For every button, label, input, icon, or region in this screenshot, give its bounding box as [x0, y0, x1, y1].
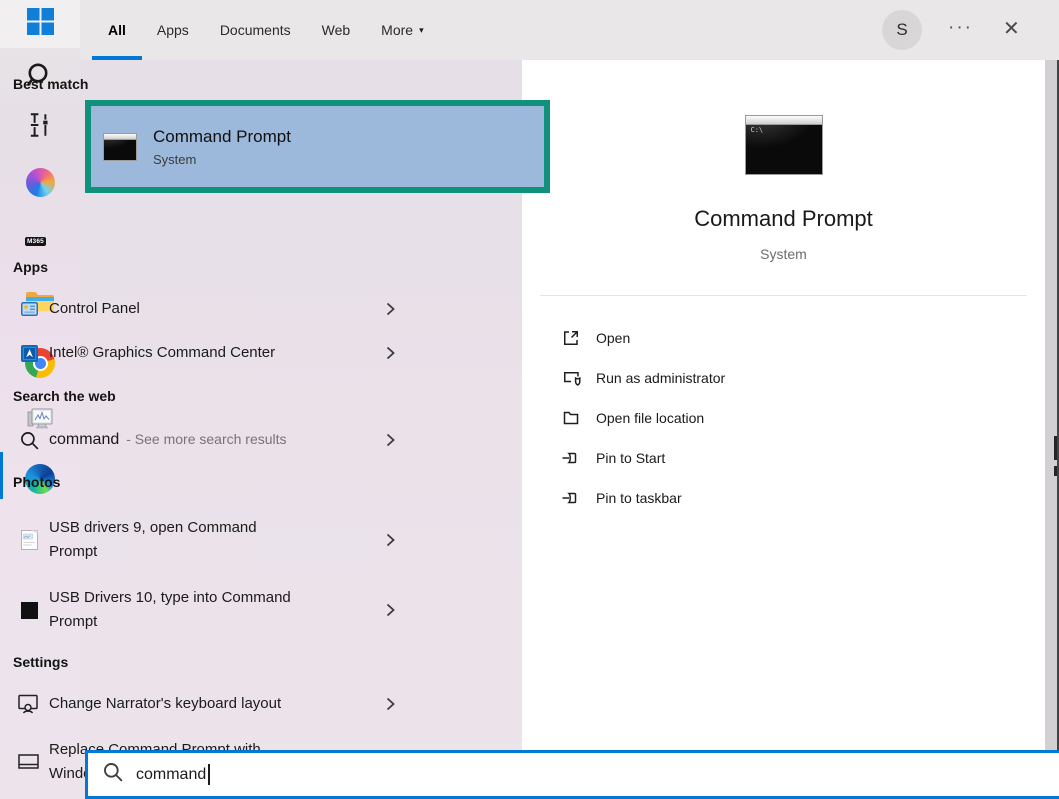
- command-prompt-icon: [103, 133, 137, 161]
- settings-header: Settings: [13, 654, 68, 670]
- result-photo-usb9[interactable]: USB drivers 9, open Command Prompt: [0, 508, 442, 572]
- close-button[interactable]: ✕: [1003, 16, 1020, 41]
- ellipsis-icon: ···: [948, 17, 973, 38]
- m365-badge: M365: [25, 237, 46, 246]
- command-prompt-icon: C:\: [745, 115, 823, 175]
- shield-window-icon: [560, 368, 582, 388]
- result-intel-gcc[interactable]: Intel® Graphics Command Center: [0, 331, 442, 375]
- text-cursor: [208, 764, 210, 785]
- chevron-right-icon[interactable]: [386, 433, 396, 447]
- best-match-result[interactable]: Command Prompt System: [91, 106, 544, 187]
- web-search-suffix: - See more search results: [126, 431, 286, 447]
- photo-thumbnail-icon: [17, 602, 41, 619]
- chevron-right-icon[interactable]: [386, 533, 396, 547]
- console-window-icon: [17, 754, 41, 770]
- cmd-prompt-label: C:\: [751, 126, 764, 134]
- tab-all[interactable]: All: [108, 0, 126, 60]
- preview-content: C:\ Command Prompt System Open: [522, 60, 1045, 750]
- best-match-title: Command Prompt: [153, 127, 291, 147]
- chevron-right-icon[interactable]: [386, 603, 396, 617]
- chevron-down-icon: ▾: [419, 25, 424, 36]
- background-window-edge: [1045, 0, 1059, 750]
- narrator-icon: [17, 694, 41, 714]
- control-panel-icon: [17, 302, 41, 316]
- windows-logo-icon: [27, 8, 54, 40]
- search-input[interactable]: command: [85, 750, 1059, 799]
- action-pin-to-taskbar[interactable]: Pin to taskbar: [522, 478, 1045, 518]
- search-filter-bar: All Apps Documents Web More ▾ S ··· ✕: [80, 0, 1059, 60]
- preview-subtitle: System: [522, 246, 1045, 262]
- close-icon: ✕: [1003, 18, 1020, 40]
- open-icon: [560, 328, 582, 348]
- start-button[interactable]: [0, 0, 80, 48]
- task-view-icon: [26, 111, 54, 144]
- taskbar-copilot-button[interactable]: [0, 166, 80, 198]
- tab-documents[interactable]: Documents: [220, 0, 291, 60]
- chevron-right-icon[interactable]: [386, 302, 396, 316]
- options-menu-button[interactable]: ···: [948, 17, 973, 39]
- intel-gcc-icon: [17, 345, 41, 362]
- chevron-right-icon[interactable]: [386, 346, 396, 360]
- taskbar-task-view-button[interactable]: [0, 108, 80, 146]
- result-control-panel[interactable]: Control Panel: [0, 287, 442, 331]
- pin-icon: [560, 450, 582, 466]
- web-search-query: command: [49, 431, 119, 449]
- copilot-icon: [26, 168, 55, 197]
- search-icon: [17, 431, 41, 450]
- action-open[interactable]: Open: [522, 318, 1045, 358]
- pin-icon: [560, 490, 582, 506]
- action-open-file-location[interactable]: Open file location: [522, 398, 1045, 438]
- search-web-header: Search the web: [13, 388, 116, 404]
- apps-header: Apps: [13, 259, 48, 275]
- action-run-as-admin[interactable]: Run as administrator: [522, 358, 1045, 398]
- result-setting-narrator[interactable]: Change Narrator's keyboard layout: [0, 682, 442, 726]
- tab-more[interactable]: More ▾: [381, 0, 423, 60]
- annotation-highlight-box: Command Prompt System: [85, 100, 550, 193]
- taskbar-m365-copilot-button[interactable]: M365: [0, 227, 80, 259]
- chevron-right-icon[interactable]: [386, 697, 396, 711]
- action-list: Open Run as administrator Open file l: [522, 318, 1045, 518]
- tab-apps[interactable]: Apps: [157, 0, 189, 60]
- result-web-search[interactable]: command - See more search results: [0, 418, 442, 462]
- filter-tabs: All Apps Documents Web More ▾: [80, 0, 424, 60]
- best-match-subtitle: System: [153, 152, 291, 167]
- divider: [540, 295, 1027, 296]
- user-avatar[interactable]: S: [882, 10, 922, 50]
- best-match-header: Best match: [13, 76, 88, 92]
- photo-thumbnail-icon: [17, 530, 41, 550]
- tab-web[interactable]: Web: [322, 0, 351, 60]
- windows-search-flyout: M365: [0, 0, 1059, 799]
- preview-title: Command Prompt: [522, 206, 1045, 232]
- photos-header: Photos: [13, 474, 60, 490]
- action-pin-to-start[interactable]: Pin to Start: [522, 438, 1045, 478]
- result-photo-usb10[interactable]: USB Drivers 10, type into Command Prompt: [0, 578, 442, 642]
- folder-icon: [560, 409, 582, 427]
- search-input-value: command: [136, 766, 206, 784]
- search-icon: [103, 762, 123, 787]
